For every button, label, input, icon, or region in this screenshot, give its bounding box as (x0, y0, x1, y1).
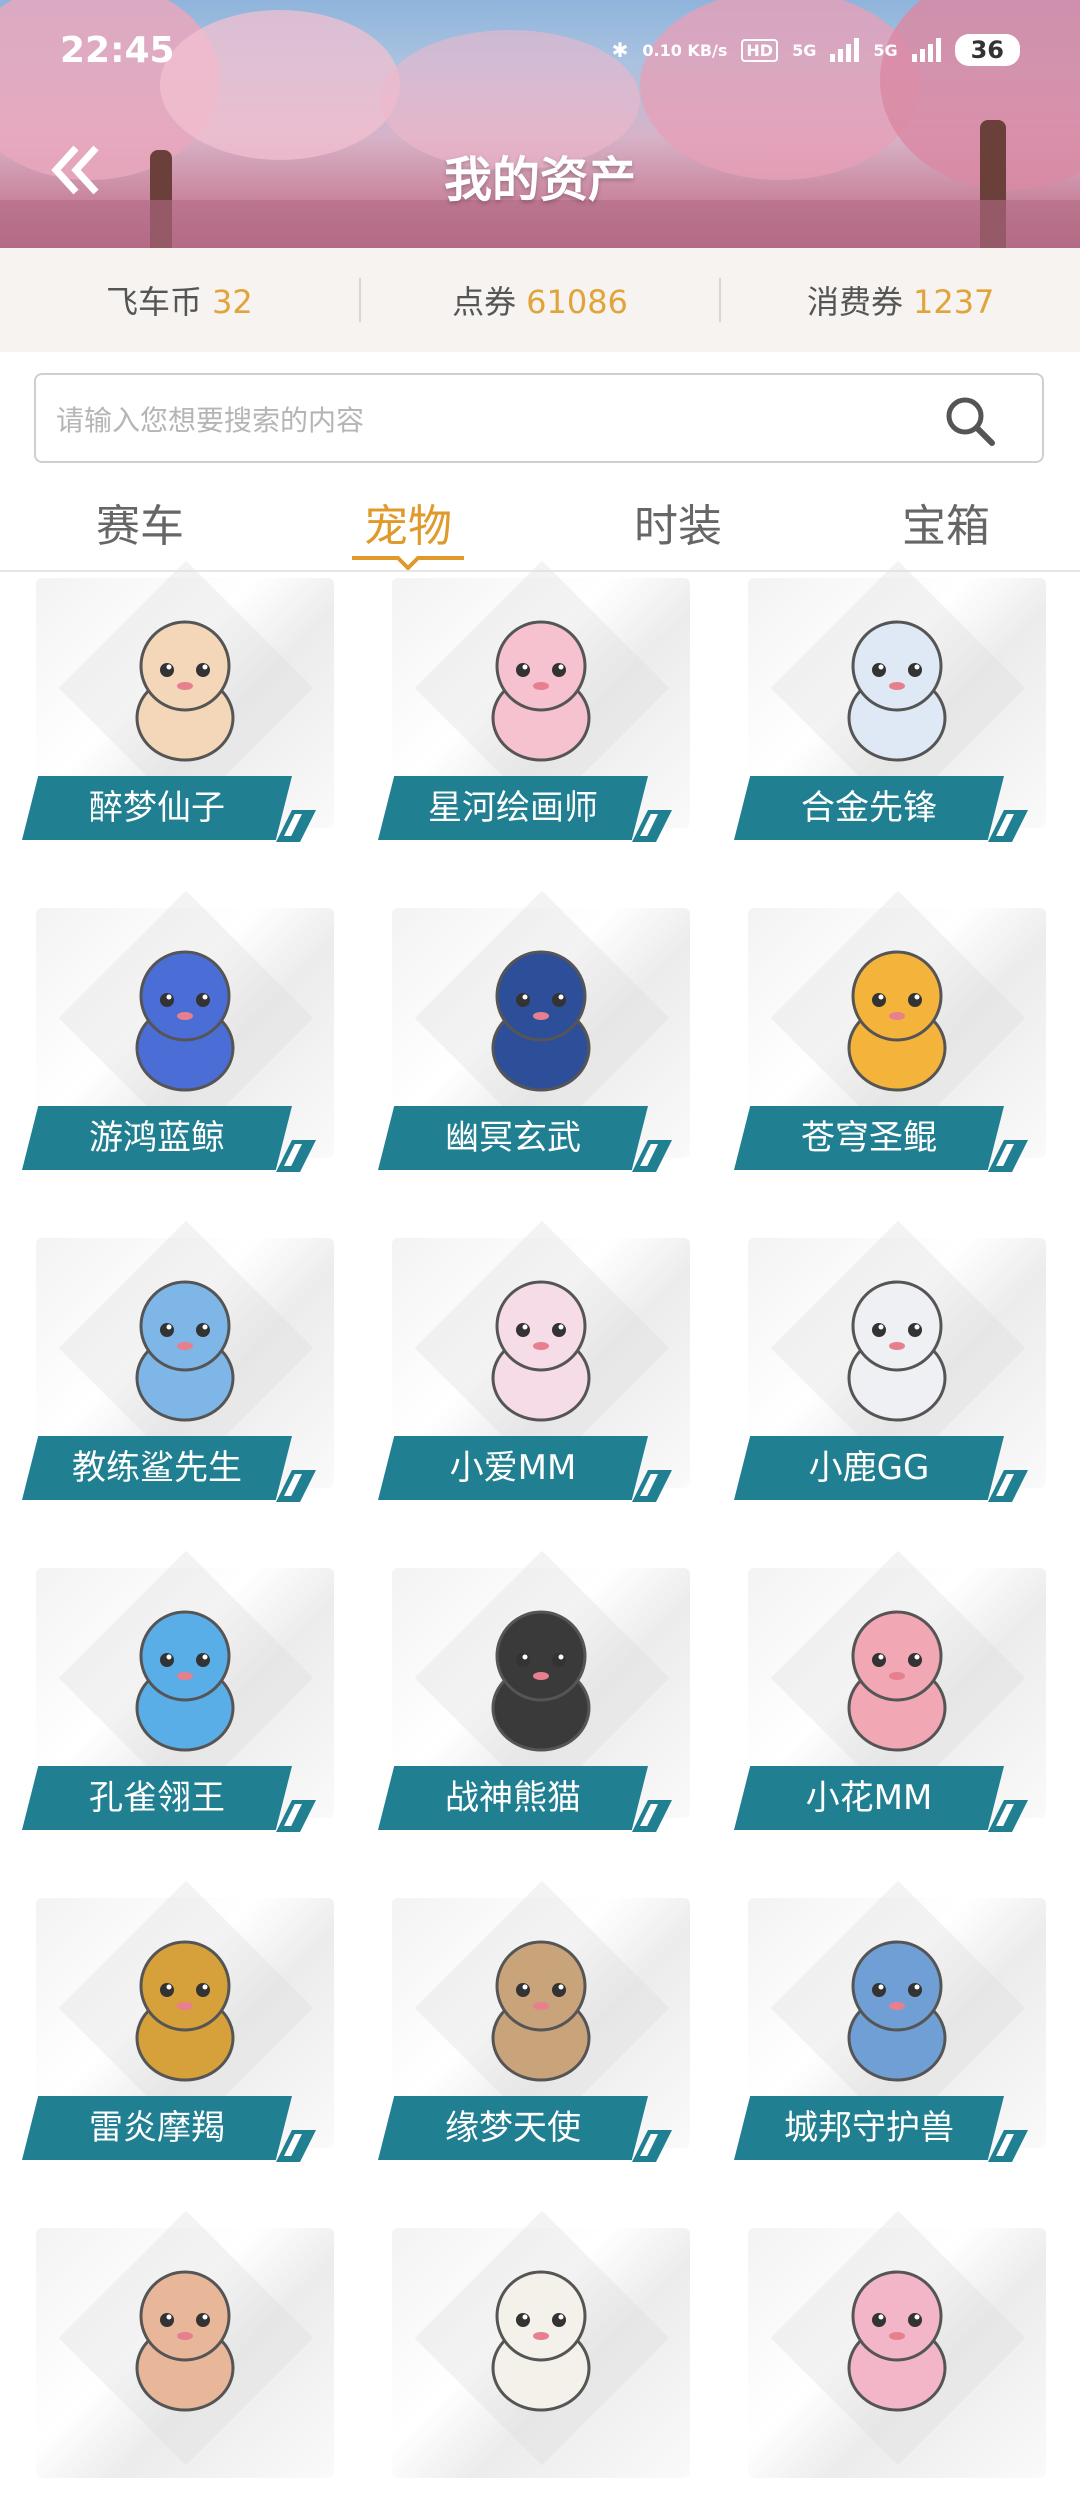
pet-name-label: 小鹿GG (734, 1436, 1004, 1500)
pet-card[interactable]: 小花MM (734, 1568, 1048, 1836)
pet-name-label: 缘梦天使 (378, 2096, 648, 2160)
pet-card[interactable]: 小爱MM (378, 1238, 692, 1506)
pet-name: 小鹿GG (808, 1448, 930, 1488)
pet-card[interactable]: 城邦守护兽 (734, 1898, 1048, 2166)
currency-xiaofeiquan: 消费券 1237 (721, 277, 1080, 323)
currency-bar: 飞车币 32 点券 61086 消费券 1237 (0, 248, 1080, 352)
pet-fish-icon (847, 950, 947, 1092)
pet-name: 幽冥玄武 (445, 1118, 581, 1158)
header-banner: 22:45 ✱ 0.10 KB/s HD 5G 5G 36 我的资产 (0, 0, 1080, 248)
currency-label: 消费券 (806, 283, 903, 321)
status-bar: 22:45 ✱ 0.10 KB/s HD 5G 5G 36 (0, 30, 1080, 80)
currency-value: 32 (211, 283, 253, 321)
pet-dragon-icon (847, 1940, 947, 2082)
tab-chests[interactable]: 宝箱 (846, 490, 1046, 554)
pet-name: 醉梦仙子 (89, 788, 225, 828)
pet-name: 缘梦天使 (445, 2108, 581, 2148)
active-tab-indicator (351, 556, 464, 571)
pet-name-label: 战神熊猫 (378, 1766, 648, 1830)
pet-name-label: 合金先锋 (734, 776, 1004, 840)
pet-bear-boy-icon (847, 1280, 947, 1422)
pet-panda-icon (491, 1610, 591, 1752)
search-placeholder: 请输入您想要搜索的内容 (56, 404, 365, 437)
pet-card[interactable] (748, 2228, 1048, 2496)
pet-card[interactable]: 战神熊猫 (378, 1568, 692, 1836)
currency-value: 61086 (526, 283, 628, 321)
battery-indicator: 36 (954, 34, 1020, 66)
pet-fairy-icon (135, 620, 235, 762)
pet-card[interactable]: 雷炎摩羯 (22, 1898, 336, 2166)
pet-card[interactable]: 缘梦天使 (378, 1898, 692, 2166)
tab-fashion[interactable]: 时装 (578, 490, 778, 554)
tab-pets[interactable]: 宠物 (308, 490, 508, 554)
pet-name-label: 城邦守护兽 (734, 2096, 1004, 2160)
pet-card[interactable]: 小鹿GG (734, 1238, 1048, 1506)
category-tabs: 赛车 宠物 时装 宝箱 (0, 480, 1080, 571)
pet-card[interactable]: 教练鲨先生 (22, 1238, 336, 1506)
pet-name-label: 教练鲨先生 (22, 1436, 292, 1500)
pet-card[interactable]: 孔雀翎王 (22, 1568, 336, 1836)
bluetooth-icon: ✱ (611, 38, 629, 62)
pet-warrior-icon (135, 1940, 235, 2082)
search-input[interactable]: 请输入您想要搜索的内容 (34, 373, 1044, 463)
pet-name: 游鸿蓝鲸 (89, 1118, 225, 1158)
pet-name-label: 小花MM (734, 1766, 1004, 1830)
pet-card[interactable]: 醉梦仙子 (22, 578, 336, 846)
currency-value: 1237 (912, 283, 995, 321)
pet-name-label: 雷炎摩羯 (22, 2096, 292, 2160)
pet-card[interactable] (36, 2228, 336, 2496)
pet-name-label: 醉梦仙子 (22, 776, 292, 840)
net-speed: 0.10 KB/s (642, 40, 728, 60)
pet-card[interactable]: 合金先锋 (734, 578, 1048, 846)
pet-card[interactable] (392, 2228, 692, 2496)
pet-painter-icon (491, 620, 591, 762)
pet-name: 雷炎摩羯 (89, 2108, 225, 2148)
status-time: 22:45 (60, 30, 175, 71)
pet-robot-icon (491, 950, 591, 1092)
pet-alloy-icon (847, 620, 947, 762)
pet-card[interactable]: 苍穹圣鲲 (734, 908, 1048, 1176)
pet-name: 孔雀翎王 (89, 1778, 225, 1818)
pet-shark-icon (135, 1280, 235, 1422)
pet-name: 苍穹圣鲲 (801, 1118, 937, 1158)
pet-name-label: 幽冥玄武 (378, 1106, 648, 1170)
pet-name-label: 游鸿蓝鲸 (22, 1106, 292, 1170)
status-icons: ✱ 0.10 KB/s HD 5G 5G 36 (612, 34, 1020, 66)
pet-card[interactable]: 幽冥玄武 (378, 908, 692, 1176)
currency-label: 飞车币 (105, 283, 202, 321)
tab-cars[interactable]: 赛车 (40, 490, 240, 554)
pet-name-label: 星河绘画师 (378, 776, 648, 840)
pet-whale-icon (135, 950, 235, 1092)
currency-label: 点券 (452, 283, 517, 321)
hd-icon: HD (741, 38, 779, 62)
currency-feichebi: 飞车币 32 (0, 277, 359, 323)
pet-name-label: 小爱MM (378, 1436, 648, 1500)
pet-name: 合金先锋 (801, 788, 937, 828)
pet-name-label: 孔雀翎王 (22, 1766, 292, 1830)
pet-bear-girl-icon (491, 1280, 591, 1422)
currency-dianquan: 点券 61086 (361, 277, 720, 323)
page-title: 我的资产 (443, 152, 636, 208)
pet-peacock-icon (135, 1610, 235, 1752)
pet-girl-icon (847, 1610, 947, 1752)
sig1-label: 5G (792, 40, 817, 60)
pet-name: 城邦守护兽 (784, 2108, 954, 2148)
pet-name: 星河绘画师 (428, 788, 598, 828)
pet-card[interactable]: 星河绘画师 (378, 578, 692, 846)
signal-icon (911, 38, 941, 62)
pet-angel-icon (491, 1940, 591, 2082)
pet-name: 教练鲨先生 (72, 1448, 242, 1488)
pet-name: 战神熊猫 (445, 1778, 581, 1818)
pet-card[interactable]: 游鸿蓝鲸 (22, 908, 336, 1176)
signal-icon (830, 38, 860, 62)
search-icon[interactable] (942, 393, 998, 449)
pet-name: 小花MM (805, 1778, 933, 1818)
sig2-label: 5G (873, 40, 898, 60)
pet-name-label: 苍穹圣鲲 (734, 1106, 1004, 1170)
pet-name: 小爱MM (449, 1448, 577, 1488)
